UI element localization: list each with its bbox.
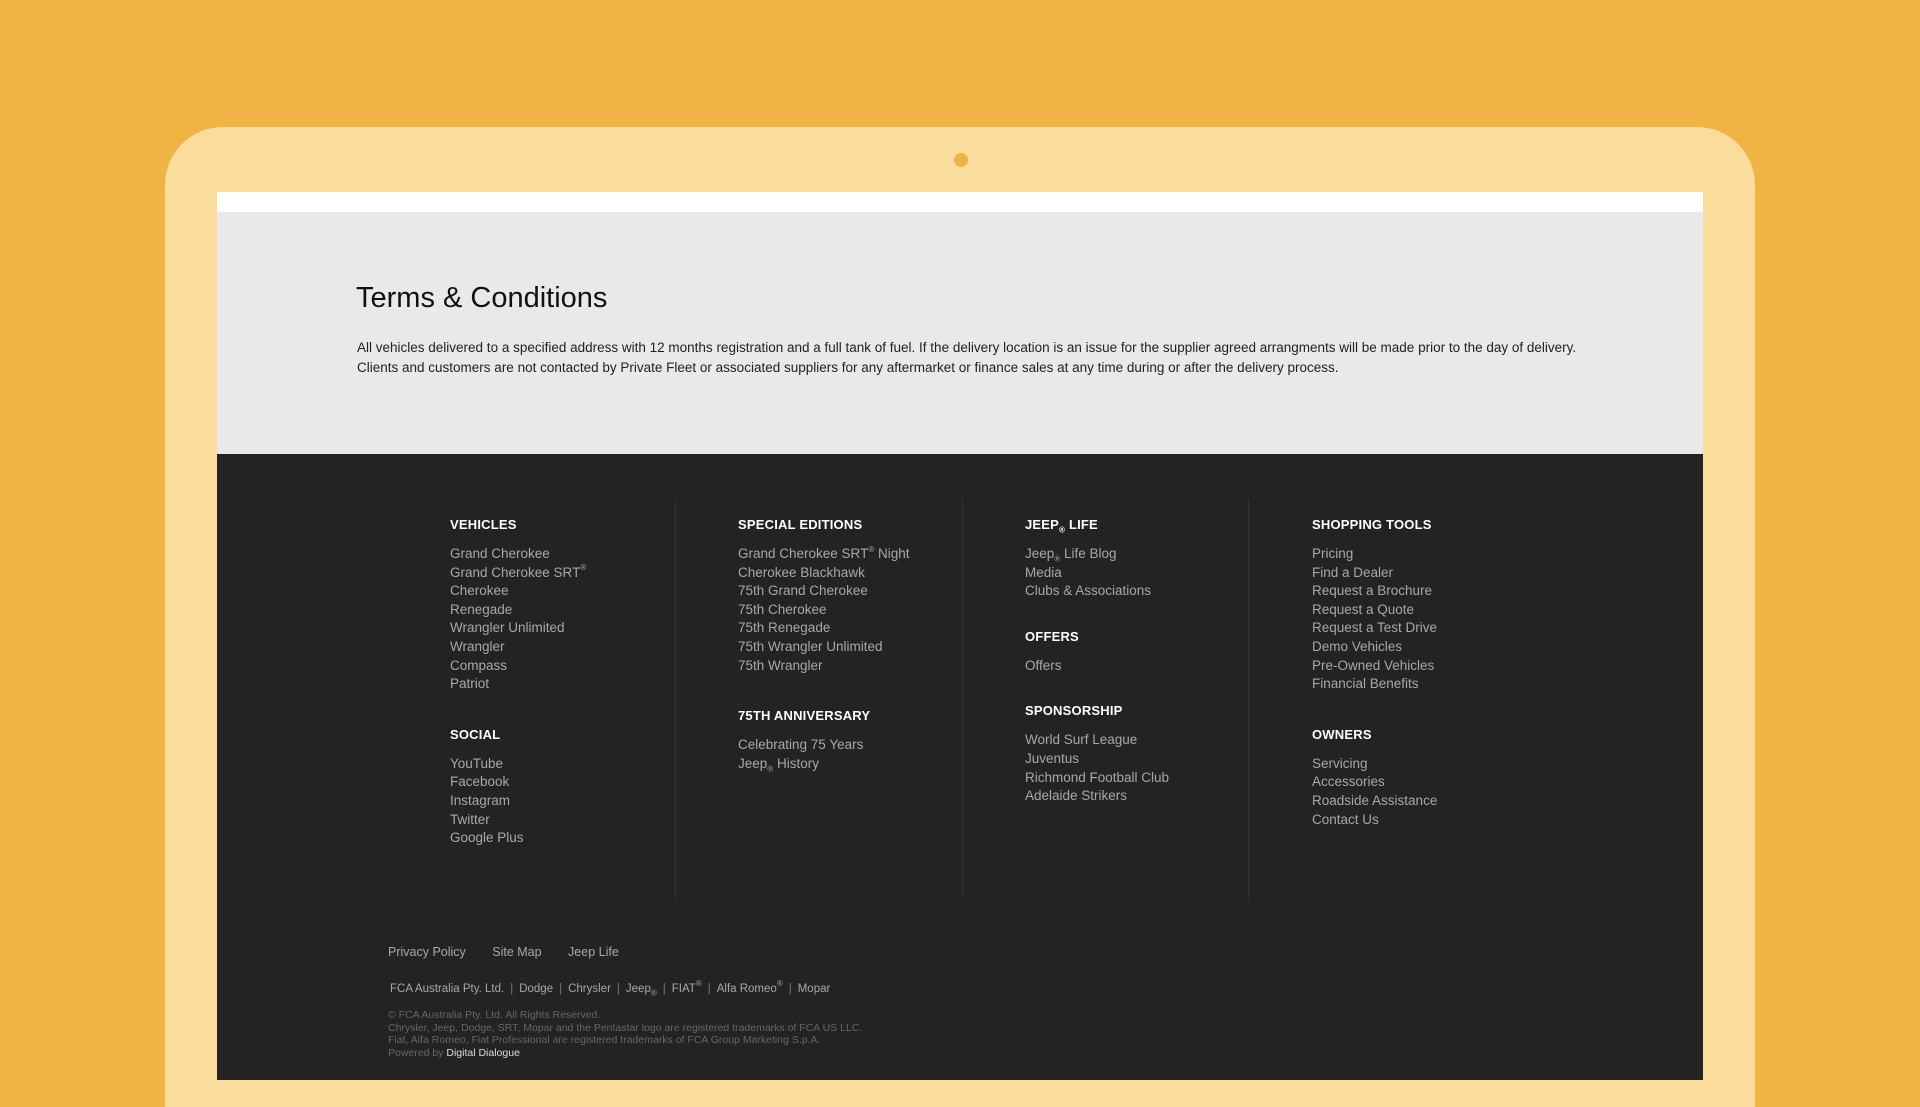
footer-column-shopping-tools: SHOPPING TOOLS Pricing Find a Dealer Req… [1312, 517, 1552, 862]
sponsorship-link[interactable]: Adelaide Strikers [1025, 787, 1265, 806]
social-link-google-plus[interactable]: Google Plus [450, 829, 690, 848]
top-strip [217, 192, 1703, 212]
copyright-block: © FCA Australia Pty. Ltd. All Rights Res… [388, 1009, 862, 1059]
owners-link[interactable]: Servicing [1312, 755, 1552, 774]
camera-dot [954, 153, 968, 167]
registered-mark: ® [580, 563, 587, 573]
column-divider [962, 499, 963, 899]
jeep-life-heading: JEEP® LIFE [1025, 517, 1098, 535]
offers-link[interactable]: Offers [1025, 657, 1265, 676]
vehicle-link[interactable]: Wrangler [450, 638, 690, 657]
vehicle-link[interactable]: Compass [450, 657, 690, 676]
shopping-tool-link[interactable]: Demo Vehicles [1312, 638, 1552, 657]
owners-link[interactable]: Contact Us [1312, 811, 1552, 830]
jeep-registered-mark: ® [767, 764, 774, 774]
jeep-registered-mark: ® [1054, 554, 1061, 564]
special-editions-heading: SPECIAL EDITIONS [738, 517, 863, 532]
owners-list: Servicing Accessories Roadside Assistanc… [1312, 755, 1552, 829]
vehicle-link[interactable]: Cherokee [450, 582, 690, 601]
anniversary-list: Celebrating 75 Years Jeep® History [738, 736, 978, 773]
footer-column-vehicles: VEHICLES Grand Cherokee Grand Cherokee S… [450, 517, 690, 881]
vehicle-link[interactable]: Renegade [450, 601, 690, 620]
social-link-youtube[interactable]: YouTube [450, 755, 690, 774]
column-divider [1248, 499, 1249, 899]
footer-column-jeep-life: JEEP® LIFE Jeep® Life Blog Media Clubs &… [1025, 517, 1265, 839]
owners-link[interactable]: Accessories [1312, 773, 1552, 792]
shopping-tools-heading: SHOPPING TOOLS [1312, 517, 1432, 532]
shopping-tool-link[interactable]: Find a Dealer [1312, 564, 1552, 583]
site-footer: VEHICLES Grand Cherokee Grand Cherokee S… [217, 454, 1703, 1080]
anniversary-link[interactable]: Celebrating 75 Years [738, 736, 978, 755]
sponsorship-link[interactable]: Richmond Football Club [1025, 769, 1265, 788]
column-divider [675, 499, 676, 899]
vehicles-list: Grand Cherokee Grand Cherokee SRT® Chero… [450, 545, 690, 694]
vehicles-heading: VEHICLES [450, 517, 517, 532]
shopping-tool-link[interactable]: Request a Quote [1312, 601, 1552, 620]
shopping-tool-link[interactable]: Request a Brochure [1312, 582, 1552, 601]
brand-link-fiat[interactable]: FIAT® [672, 980, 702, 995]
special-editions-list: Grand Cherokee SRT® Night Cherokee Black… [738, 545, 978, 675]
trademark-line: Fiat, Alfa Romeo, Fiat Professional are … [388, 1034, 821, 1046]
offers-list: Offers [1025, 657, 1265, 676]
jeep-life-link[interactable]: Clubs & Associations [1025, 582, 1265, 601]
social-heading: SOCIAL [450, 726, 501, 742]
copyright-line: © FCA Australia Pty. Ltd. All Rights Res… [388, 1009, 601, 1021]
sponsorship-link[interactable]: World Surf League [1025, 731, 1265, 750]
special-edition-link[interactable]: 75th Renegade [738, 619, 978, 638]
powered-by-link[interactable]: Digital Dialogue [446, 1047, 520, 1059]
terms-body: All vehicles delivered to a specified ad… [357, 340, 1577, 375]
social-link-instagram[interactable]: Instagram [450, 792, 690, 811]
sponsorship-link[interactable]: Juventus [1025, 750, 1265, 769]
privacy-policy-link[interactable]: Privacy Policy [388, 945, 466, 959]
trademark-line: Chrysler, Jeep, Dodge, SRT, Mopar and th… [388, 1021, 863, 1034]
sponsorship-heading: SPONSORSHIP [1025, 703, 1123, 719]
sponsorship-list: World Surf League Juventus Richmond Foot… [1025, 731, 1265, 805]
social-list: YouTube Facebook Instagram Twitter Googl… [450, 755, 690, 848]
brand-link-dodge[interactable]: Dodge [519, 983, 553, 995]
social-link-twitter[interactable]: Twitter [450, 811, 690, 830]
special-edition-link[interactable]: Cherokee Blackhawk [738, 564, 978, 583]
special-edition-link[interactable]: Grand Cherokee SRT® Night [738, 545, 978, 564]
shopping-tool-link[interactable]: Request a Test Drive [1312, 619, 1552, 638]
anniversary-link[interactable]: Jeep® History [738, 755, 978, 774]
brand-link-jeep[interactable]: Jeep® [626, 983, 657, 997]
brand-link-chrysler[interactable]: Chrysler [568, 983, 611, 995]
owners-heading: OWNERS [1312, 726, 1372, 742]
brand-link-alfa-romeo[interactable]: Alfa Romeo® [717, 980, 783, 995]
special-edition-link[interactable]: 75th Cherokee [738, 601, 978, 620]
terms-section: Terms & Conditions All vehicles delivere… [217, 212, 1703, 474]
registered-mark: ® [868, 544, 875, 554]
shopping-tool-link[interactable]: Pre-Owned Vehicles [1312, 657, 1552, 676]
vehicle-link[interactable]: Patriot [450, 675, 690, 694]
jeep-life-link[interactable]: Jeep Life [568, 945, 619, 959]
vehicle-link[interactable]: Grand Cherokee SRT® [450, 564, 690, 583]
shopping-tool-link[interactable]: Financial Benefits [1312, 675, 1552, 694]
vehicle-link[interactable]: Grand Cherokee [450, 545, 690, 564]
special-edition-link[interactable]: 75th Wrangler Unlimited [738, 638, 978, 657]
vehicle-link[interactable]: Wrangler Unlimited [450, 619, 690, 638]
brand-link-fca[interactable]: FCA Australia Pty. Ltd. [390, 983, 504, 995]
special-edition-link[interactable]: 75th Grand Cherokee [738, 582, 978, 601]
shopping-tool-link[interactable]: Pricing [1312, 545, 1552, 564]
offers-heading: OFFERS [1025, 628, 1079, 644]
terms-title: Terms & Conditions [356, 282, 608, 314]
site-map-link[interactable]: Site Map [492, 945, 541, 959]
jeep-life-list: Jeep® Life Blog Media Clubs & Associatio… [1025, 545, 1265, 601]
jeep-life-link[interactable]: Jeep® Life Blog [1025, 545, 1265, 564]
owners-link[interactable]: Roadside Assistance [1312, 792, 1552, 811]
special-edition-link[interactable]: 75th Wrangler [738, 657, 978, 676]
anniversary-heading: 75TH ANNIVERSARY [738, 708, 871, 724]
brand-links: FCA Australia Pty. Ltd. | Dodge | Chrysler | J… [390, 979, 831, 998]
footer-column-special-editions: SPECIAL EDITIONS Grand Cherokee SRT® Nig… [738, 517, 978, 806]
shopping-tools-list: Pricing Find a Dealer Request a Brochure… [1312, 545, 1552, 694]
brand-link-mopar[interactable]: Mopar [798, 983, 831, 995]
jeep-life-link[interactable]: Media [1025, 564, 1265, 583]
powered-by-line: Powered by Digital Dialogue [388, 1046, 520, 1059]
laptop-screen: Terms & Conditions All vehicles delivere… [217, 192, 1703, 1080]
social-link-facebook[interactable]: Facebook [450, 773, 690, 792]
legal-links: Privacy Policy Site Map Jeep Life [388, 943, 641, 961]
